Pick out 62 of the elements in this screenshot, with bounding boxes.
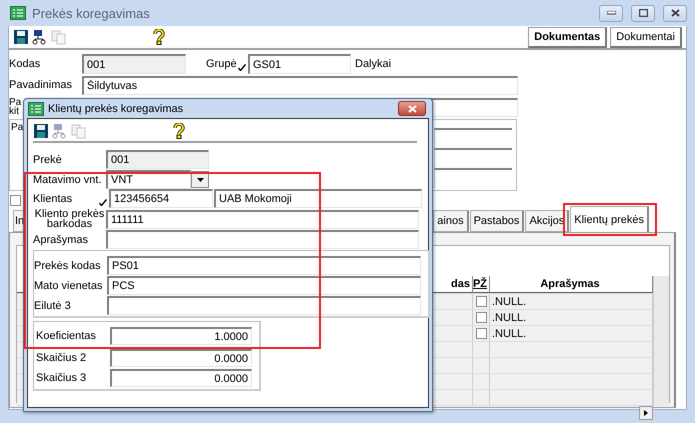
field-label: Prekės kodas bbox=[34, 260, 102, 272]
text-field[interactable]: 123456654 bbox=[109, 189, 213, 208]
field-label: Mato vienetas bbox=[34, 280, 104, 292]
checkbox[interactable] bbox=[476, 296, 486, 307]
close-button[interactable] bbox=[663, 4, 687, 22]
help-icon[interactable] bbox=[173, 123, 185, 139]
network-icon[interactable] bbox=[32, 29, 48, 45]
scroll-right-icon[interactable] bbox=[639, 406, 653, 420]
minimize-icon bbox=[606, 11, 616, 15]
field-label: Kodas bbox=[9, 58, 42, 70]
close-button[interactable] bbox=[398, 101, 426, 116]
number-field[interactable]: 0.0000 bbox=[110, 369, 252, 387]
checkbox[interactable] bbox=[476, 328, 486, 339]
field-label: Skaičius 2 bbox=[35, 352, 88, 364]
close-icon bbox=[670, 9, 680, 17]
help-icon[interactable] bbox=[153, 29, 165, 45]
field-label: Kliento prekės barkodas bbox=[34, 209, 106, 229]
text-field[interactable]: 111111 bbox=[106, 210, 419, 228]
field-label: Koeficientas bbox=[35, 330, 97, 342]
caret-icon bbox=[196, 178, 204, 182]
field-label: Klientas bbox=[33, 192, 74, 204]
number-field[interactable]: 0.0000 bbox=[110, 349, 252, 367]
form-icon bbox=[10, 6, 26, 20]
field-label: Skaičius 3 bbox=[35, 372, 88, 384]
document-button[interactable]: Dokumentai bbox=[610, 26, 682, 48]
scrollbar[interactable] bbox=[653, 276, 669, 406]
text-field[interactable]: PCS bbox=[107, 276, 421, 295]
field-label: Pavadinimas bbox=[9, 79, 73, 91]
field-label: Pa kit bbox=[9, 98, 22, 116]
column-header[interactable]: Aprašymas bbox=[490, 276, 653, 293]
minimize-button[interactable] bbox=[599, 4, 623, 22]
field-label: Aprašymas bbox=[33, 234, 90, 246]
column-header[interactable]: PŽ bbox=[473, 276, 490, 293]
tab[interactable]: Pastabos bbox=[470, 210, 524, 232]
save-icon[interactable] bbox=[13, 29, 29, 45]
save-icon[interactable] bbox=[33, 123, 49, 139]
form-icon bbox=[28, 102, 44, 116]
group-name: Dalykai bbox=[355, 58, 392, 70]
group-label: Pa bbox=[11, 122, 24, 133]
number-field[interactable]: 1.0000 bbox=[110, 327, 252, 345]
field-label: Eilutė 3 bbox=[34, 300, 72, 312]
text-field[interactable] bbox=[106, 230, 419, 249]
field-label: Grupė bbox=[206, 58, 238, 70]
text-field[interactable]: 001 bbox=[82, 54, 186, 74]
tab[interactable]: Akcijos bbox=[525, 210, 570, 232]
text-field[interactable]: GS01 bbox=[248, 54, 351, 74]
window-title: Prekės koregavimas bbox=[32, 6, 151, 20]
text-field[interactable] bbox=[107, 296, 421, 315]
document-button[interactable]: Dokumentas bbox=[528, 26, 608, 48]
tab[interactable]: Klientų prekės bbox=[570, 206, 649, 232]
close-icon bbox=[408, 104, 416, 112]
text-field[interactable]: PS01 bbox=[107, 256, 421, 275]
maximize-button[interactable] bbox=[631, 4, 655, 22]
text-field[interactable]: UAB Mokomoji bbox=[214, 189, 422, 208]
tab[interactable]: ainos bbox=[433, 210, 469, 232]
dialog-title: Klientų prekės koregavimas bbox=[48, 102, 184, 114]
maximize-icon bbox=[638, 9, 648, 17]
text-field[interactable]: 001 bbox=[106, 150, 209, 169]
checkbox[interactable] bbox=[10, 194, 21, 206]
checkbox[interactable] bbox=[476, 312, 486, 323]
field-label: Matavimo vnt. bbox=[33, 174, 102, 186]
field-label: Prekė bbox=[33, 154, 63, 166]
